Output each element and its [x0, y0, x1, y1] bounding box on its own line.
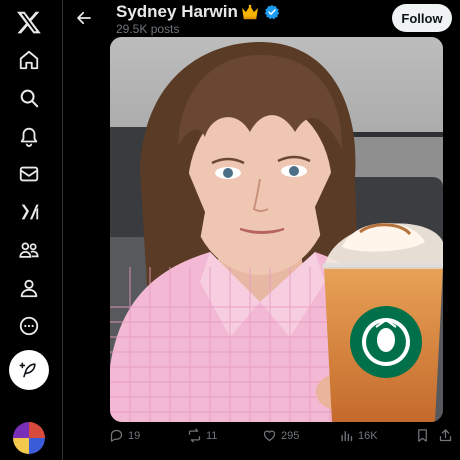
profile-icon[interactable] — [10, 269, 48, 307]
bookmark-button[interactable] — [415, 428, 430, 443]
view-count: 16K — [358, 429, 378, 442]
like-count: 295 — [281, 429, 300, 442]
more-icon[interactable] — [10, 307, 48, 345]
heart-icon — [263, 430, 276, 442]
views-icon — [341, 431, 353, 442]
feather-plus-icon — [19, 362, 36, 378]
reply-button[interactable]: 19 — [109, 428, 140, 443]
profile-header: Sydney Harwin 29.5K posts Follow — [63, 0, 460, 40]
repost-icon — [188, 428, 201, 443]
like-button[interactable]: 295 — [262, 428, 299, 443]
mail-icon[interactable] — [10, 155, 48, 193]
profile-name[interactable]: Sydney Harwin — [116, 2, 280, 22]
repost-count: 11 — [206, 429, 218, 442]
follow-button[interactable]: Follow — [392, 4, 452, 32]
share-button[interactable] — [438, 428, 453, 443]
verified-badge-icon — [264, 5, 280, 20]
back-arrow-icon[interactable] — [71, 5, 97, 31]
posts-count: 29.5K posts — [116, 22, 180, 36]
x-logo-icon[interactable] — [10, 3, 48, 41]
crown-icon — [241, 4, 258, 20]
post-action-bar: 19 11 295 16K — [63, 426, 460, 450]
post-photo[interactable] — [110, 37, 443, 422]
grok-icon[interactable] — [10, 193, 48, 231]
selfie-photo — [110, 37, 443, 422]
post-button[interactable] — [9, 350, 49, 390]
account-avatar[interactable] — [13, 422, 45, 454]
bookmark-icon — [418, 429, 427, 442]
home-icon[interactable] — [10, 41, 48, 79]
communities-icon[interactable] — [10, 231, 48, 269]
repost-button[interactable]: 11 — [187, 428, 217, 443]
share-icon — [439, 429, 452, 442]
reply-icon — [110, 429, 123, 442]
views-button[interactable]: 16K — [339, 428, 378, 443]
search-icon[interactable] — [10, 79, 48, 117]
bell-icon[interactable] — [10, 117, 48, 155]
nav-divider — [62, 0, 63, 460]
profile-name-text: Sydney Harwin — [116, 2, 238, 21]
nav-rail — [0, 0, 58, 460]
reply-count: 19 — [128, 429, 141, 442]
